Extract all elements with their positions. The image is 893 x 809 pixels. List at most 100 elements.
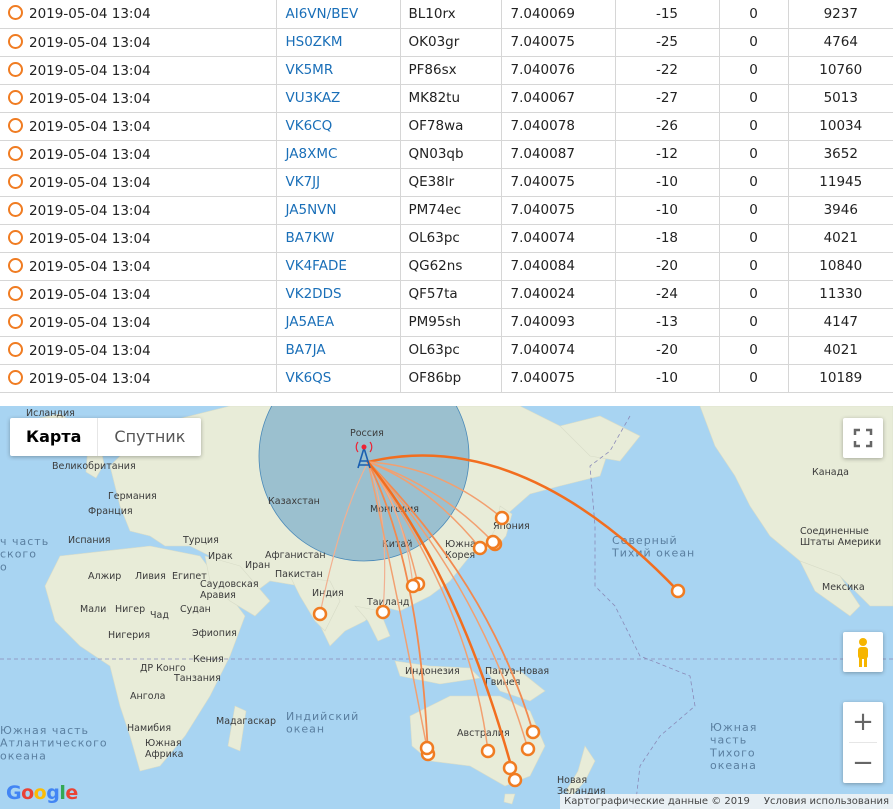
frequency-cell: 7.040067 <box>501 84 616 113</box>
callsign-link[interactable]: JA5AEA <box>286 314 335 330</box>
fullscreen-button[interactable] <box>843 418 883 458</box>
distance-cell: 4147 <box>788 308 893 337</box>
callsign-link[interactable]: JA5NVN <box>286 202 337 218</box>
label-n-pacific: Северный Тихий океан <box>611 534 695 560</box>
grid-cell: MK82tu <box>400 84 502 113</box>
snr-cell: -26 <box>615 112 720 141</box>
time-cell: 2019-05-04 13:04 <box>0 84 277 113</box>
marker-ai6vn <box>670 583 686 599</box>
label-uk: Великобритания <box>52 461 136 472</box>
table-row: 2019-05-04 13:04 VK6CQ OF78wa 7.040078 -26 0 1… <box>0 112 893 141</box>
callsign-link[interactable]: HS0ZKM <box>286 34 343 50</box>
spot-marker-icon[interactable] <box>8 341 23 357</box>
callsign-link[interactable]: VK5MR <box>286 62 334 78</box>
spot-marker-icon[interactable] <box>8 145 23 161</box>
time-value: 2019-05-04 13:04 <box>29 370 151 387</box>
snr-cell: -24 <box>615 280 720 309</box>
callsign-link[interactable]: BA7KW <box>286 230 335 246</box>
spot-marker-icon[interactable] <box>8 173 23 189</box>
time-cell: 2019-05-04 13:04 <box>0 0 277 29</box>
grid-cell: OK03gr <box>400 28 502 57</box>
frequency-cell: 7.040076 <box>501 56 616 85</box>
callsign-link[interactable]: VU3KAZ <box>286 90 341 106</box>
callsign-cell: VU3KAZ <box>276 84 401 113</box>
marker-ba7ja <box>405 578 421 594</box>
time-cell: 2019-05-04 13:04 <box>0 336 277 365</box>
spot-marker-icon[interactable] <box>8 33 23 49</box>
street-view-pegman-button[interactable] <box>843 632 883 672</box>
snr-cell: -20 <box>615 336 720 365</box>
time-cell: 2019-05-04 13:04 <box>0 364 277 393</box>
label-india: Индия <box>312 588 344 599</box>
distance-cell: 10034 <box>788 112 893 141</box>
distance-cell: 10760 <box>788 56 893 85</box>
callsign-cell: VK7JJ <box>276 168 401 197</box>
callsign-link[interactable]: BA7JA <box>286 342 326 358</box>
marker-vk7jj <box>507 772 523 788</box>
table-row: 2019-05-04 13:04 HS0ZKM OK03gr 7.040075 -25 0… <box>0 28 893 57</box>
spot-marker-icon[interactable] <box>8 257 23 273</box>
frequency-cell: 7.040075 <box>501 168 616 197</box>
drift-cell: 0 <box>719 0 789 29</box>
callsign-cell: VK4FADE <box>276 252 401 281</box>
drift-cell: 0 <box>719 140 789 169</box>
map-type-map-button[interactable]: Карта <box>10 418 99 456</box>
time-cell: 2019-05-04 13:04 <box>0 280 277 309</box>
google-logo[interactable]: Google <box>6 782 78 804</box>
spot-marker-icon[interactable] <box>8 5 23 21</box>
grid-cell: OL63pc <box>400 224 502 253</box>
callsign-link[interactable]: VK7JJ <box>286 174 321 190</box>
marker-vu3kaz <box>312 606 328 622</box>
time-value: 2019-05-04 13:04 <box>29 286 151 303</box>
spot-marker-icon[interactable] <box>8 89 23 105</box>
label-canada: Канада <box>812 467 849 478</box>
callsign-cell: VK6CQ <box>276 112 401 141</box>
label-kazakhstan: Казахстан <box>268 496 320 507</box>
zoom-in-button[interactable]: + <box>843 702 883 742</box>
label-madagascar: Мадагаскар <box>216 716 276 727</box>
table-row: 2019-05-04 13:04 JA5AEA PM95sh 7.040093 -13 0… <box>0 308 893 337</box>
terms-link[interactable]: Условия использования <box>764 794 889 809</box>
label-france: Франция <box>88 506 133 517</box>
callsign-link[interactable]: VK2DDS <box>286 286 342 302</box>
distance-cell: 4764 <box>788 28 893 57</box>
map-type-satellite-button[interactable]: Спутник <box>98 418 201 456</box>
grid-cell: QN03qb <box>400 140 502 169</box>
snr-cell: -20 <box>615 252 720 281</box>
time-value: 2019-05-04 13:04 <box>29 90 151 107</box>
zoom-control[interactable]: + − <box>843 702 883 783</box>
table-row: 2019-05-04 13:04 VK5MR PF86sx 7.040076 -22 0 1… <box>0 56 893 85</box>
callsign-cell: VK6QS <box>276 364 401 393</box>
marker-hs0zkm <box>375 604 391 620</box>
label-tanzania: Танзания <box>173 673 221 684</box>
time-cell: 2019-05-04 13:04 <box>0 112 277 141</box>
spot-marker-icon[interactable] <box>8 369 23 385</box>
spot-marker-icon[interactable] <box>8 285 23 301</box>
grid-cell: PM95sh <box>400 308 502 337</box>
drift-cell: 0 <box>719 84 789 113</box>
zoom-out-button[interactable]: − <box>843 743 883 783</box>
map-type-control[interactable]: Карта Спутник <box>10 418 202 456</box>
spot-marker-icon[interactable] <box>8 201 23 217</box>
spot-marker-icon[interactable] <box>8 313 23 329</box>
distance-cell: 10189 <box>788 364 893 393</box>
spot-marker-icon[interactable] <box>8 61 23 77</box>
label-namibia: Намибия <box>127 723 171 734</box>
map-canvas[interactable]: Исландия Россия Великобритания Германия … <box>0 406 893 809</box>
map[interactable]: Исландия Россия Великобритания Германия … <box>0 406 893 809</box>
callsign-link[interactable]: VK6QS <box>286 370 332 386</box>
distance-cell: 4021 <box>788 336 893 365</box>
time-cell: 2019-05-04 13:04 <box>0 308 277 337</box>
callsign-link[interactable]: VK4FADE <box>286 258 347 274</box>
callsign-cell: JA5NVN <box>276 196 401 225</box>
spots-table: 2019-05-04 13:04 AI6VN/BEV BL10rx 7.040069-… <box>0 0 893 393</box>
callsign-link[interactable]: VK6CQ <box>286 118 333 134</box>
time-value: 2019-05-04 13:04 <box>29 314 151 331</box>
spot-marker-icon[interactable] <box>8 229 23 245</box>
time-value: 2019-05-04 13:04 <box>29 230 151 247</box>
callsign-link[interactable]: JA8XMC <box>286 146 338 162</box>
callsign-link[interactable]: AI6VN/BEV <box>286 6 359 22</box>
time-cell: 2019-05-04 13:04 <box>0 140 277 169</box>
spot-marker-icon[interactable] <box>8 117 23 133</box>
label-afghanistan: Афганистан <box>265 550 326 561</box>
